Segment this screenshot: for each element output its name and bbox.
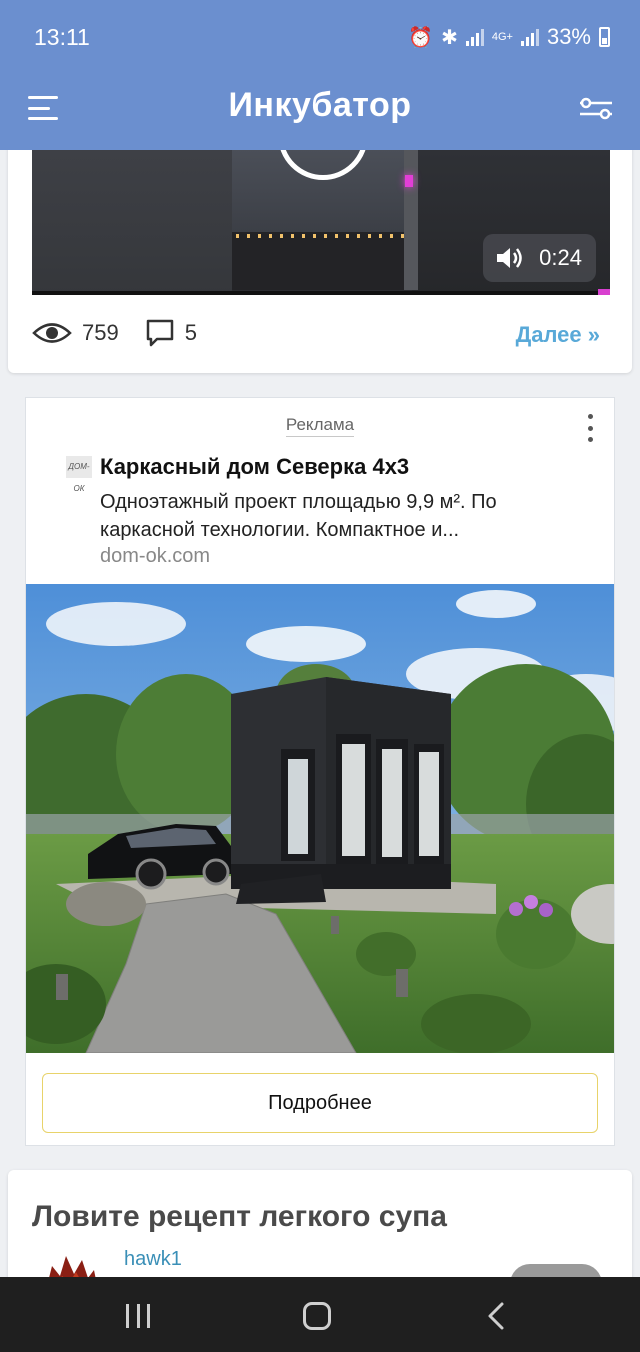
status-bar: 13:11 ⏰ ✱ 4G+ 33% xyxy=(0,0,640,76)
ad-description: Одноэтажный проект площадью 9,9 м². По к… xyxy=(100,491,497,541)
views-count: 759 xyxy=(82,320,119,345)
comment-icon[interactable] xyxy=(145,318,175,348)
more-details-button[interactable]: Подробнее xyxy=(42,1073,598,1133)
alarm-icon: ⏰ xyxy=(408,26,434,49)
network-type: 4G+ xyxy=(491,31,513,43)
home-icon[interactable] xyxy=(303,1302,331,1330)
signal-icon xyxy=(465,28,484,46)
video-player[interactable]: 0:24 xyxy=(32,150,610,295)
battery-icon xyxy=(599,27,610,47)
volume-icon[interactable] xyxy=(495,245,525,271)
comments-count: 5 xyxy=(184,320,197,345)
status-icons: ⏰ ✱ 4G+ 33% xyxy=(408,24,610,50)
read-more-link[interactable]: Далее » xyxy=(516,322,600,348)
status-time: 13:11 xyxy=(34,24,90,50)
ad-card[interactable]: Реклама ДОМ-ОК Каркасный дом Северка 4х3… xyxy=(25,397,615,1146)
back-icon[interactable] xyxy=(484,1301,508,1331)
next-post-title[interactable]: Ловите рецепт легкого супа xyxy=(32,1200,447,1234)
post-card: 0:24 759 5 Далее » xyxy=(8,130,632,373)
app-bar: 13:11 ⏰ ✱ 4G+ 33% Инкубатор xyxy=(0,0,640,150)
post-stats: 759 5 xyxy=(32,318,197,348)
ad-label: Реклама xyxy=(285,415,355,437)
video-duration-badge: 0:24 xyxy=(483,234,596,282)
signal-icon-2 xyxy=(520,28,539,46)
advertiser-logo: ДОМ-ОК xyxy=(66,456,92,493)
battery-percent: 33% xyxy=(546,24,591,49)
eye-icon xyxy=(32,323,72,343)
video-duration: 0:24 xyxy=(539,245,582,270)
video-progress-bar[interactable] xyxy=(32,291,610,295)
recent-apps-icon[interactable] xyxy=(126,1304,150,1328)
page-title: Инкубатор xyxy=(228,86,412,124)
ad-image[interactable] xyxy=(26,584,614,1053)
filter-sliders-icon[interactable] xyxy=(578,96,614,120)
ad-url[interactable]: dom-ok.com xyxy=(100,545,210,568)
system-nav-bar xyxy=(0,1277,640,1352)
bluetooth-icon: ✱ xyxy=(441,26,458,49)
ad-title[interactable]: Каркасный дом Северка 4х3 xyxy=(100,454,409,480)
author-name[interactable]: hawk1 xyxy=(124,1248,182,1271)
more-options-icon[interactable] xyxy=(586,414,594,442)
